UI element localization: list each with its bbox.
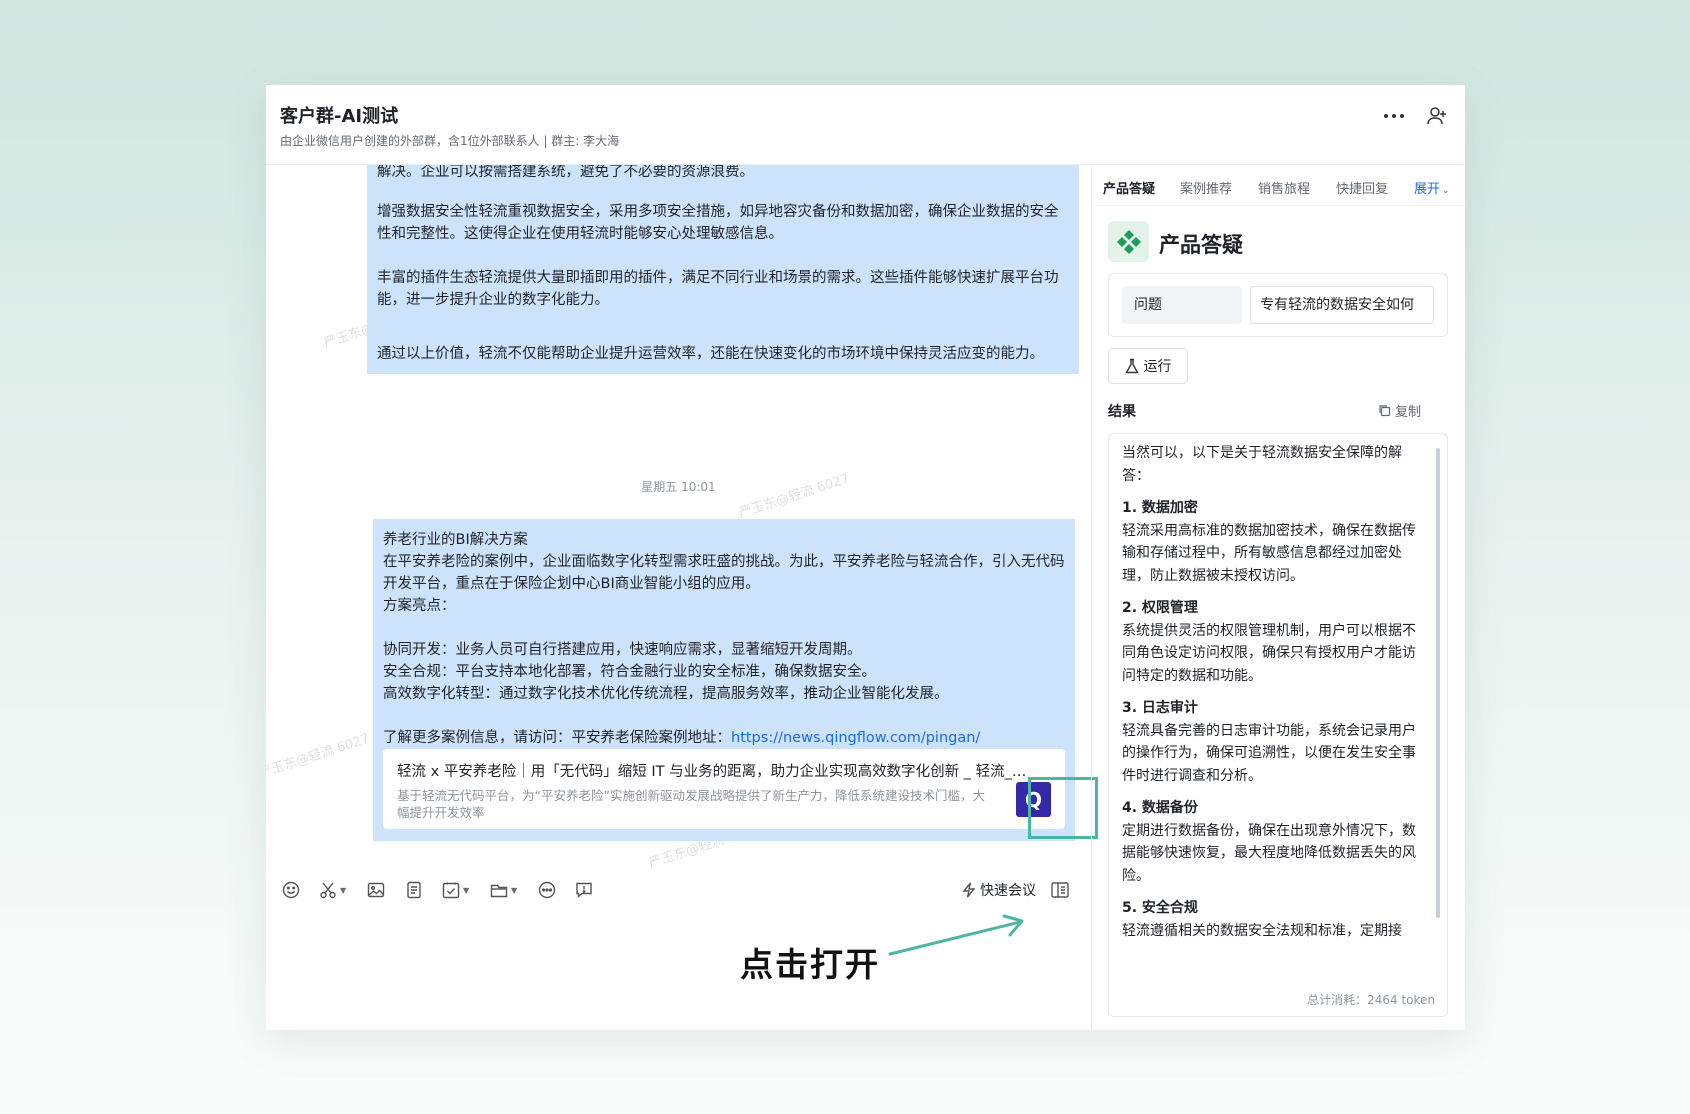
sidebar-toggle-icon[interactable] [1050,880,1070,900]
message-timestamp: 星期五 10:01 [641,480,716,494]
tab-product-qa[interactable]: 产品答疑 [1103,178,1155,197]
copy-label: 复制 [1395,405,1422,420]
result-section: 4. 数据备份 定期进行数据备份，确保在出现意外情况下，数据能够快速恢复，最大程… [1122,797,1426,887]
chevron-down-icon: ▼ [511,885,518,895]
chevron-down-icon: ▼ [340,885,347,895]
expand-label: 展开 [1414,182,1441,197]
result-section-title: 5. 安全合规 [1122,900,1198,916]
question-label: 问题 [1122,286,1242,324]
app-window: 客户群-AI测试 由企业微信用户创建的外部群，含1位外部联系人 | 群主: 李大… [266,85,1465,1030]
result-panel: 当然可以，以下是关于轻流数据安全保障的解答： 1. 数据加密 轻流采用高标准的数… [1108,433,1448,1017]
link-preview-card[interactable]: 轻流 x 平安养老险｜用「无代码」缩短 IT 与业务的距离，助力企业实现高效数字… [383,749,1065,829]
message-paragraph: 安全合规：平台支持本地化部署，符合金融行业的安全标准，确保数据安全。 [383,664,876,680]
assistant-sidebar: 产品答疑 案例推荐 销售旅程 快捷回复 展开 ⌄ 产品答疑 问题 专有轻流的数据安… [1091,165,1465,1030]
message-text: 了解更多案例信息，请访问：平安养老保险案例地址： [383,730,731,746]
result-section: 1. 数据加密 轻流采用高标准的数据加密技术，确保在数据传输和存储过程中，所有敏… [1122,497,1426,587]
chat-title: 客户群-AI测试 [280,106,399,127]
message-paragraph: 方案亮点： [383,598,456,614]
message-paragraph: 高效数字化转型：通过数字化技术优化传统流程，提高服务效率，推动企业智能化发展。 [383,686,949,702]
message-paragraph: 增强数据安全性轻流重视数据安全，采用多项安全措施，如异地容灾备份和数据加密，确保… [377,204,1059,242]
message-paragraph: 通过以上价值，轻流不仅能帮助企业提升运营效率，还能在快速变化的市场环境中保持灵活… [377,346,1044,362]
task-icon[interactable]: ▼ [442,870,469,910]
message-paragraph: 协同开发：业务人员可自行搭建应用，快速响应需求，显著缩短开发周期。 [383,642,862,658]
hint-label: 点击打开 [740,945,880,984]
result-section-title: 1. 数据加密 [1122,500,1198,516]
message-heading: 养老行业的BI解决方案 [383,532,528,548]
message-bubble[interactable]: 养老行业的BI解决方案 在平安养老险的案例中，企业面临数字化转型需求旺盛的挑战。… [373,519,1075,841]
message-bubble[interactable]: 解决。企业可以按需搭建系统，避免了不必要的资源浪费。 增强数据安全性轻流重视数据… [367,165,1079,374]
question-input-card: 问题 专有轻流的数据安全如何 [1108,273,1448,337]
result-section: 5. 安全合规 轻流遵循相关的数据安全法规和标准，定期接 [1122,897,1426,942]
message-toolbar: ▼ ▼ ▼ 快速会议 [266,870,1091,910]
more-options-icon[interactable] [1381,103,1407,129]
chat-area: 严玉东@轻流 6027 严玉东@轻流 6027 严玉东@轻流 6027 严玉东@… [266,165,1091,1030]
result-section-body: 定期进行数据备份，确保在出现意外情况下，数据能够快速恢复，最大程度地降低数据丢失… [1122,822,1416,884]
result-section-title: 4. 数据备份 [1122,800,1198,816]
question-input[interactable]: 专有轻流的数据安全如何 [1250,286,1434,324]
image-icon[interactable] [367,870,385,910]
quick-meeting-label: 快速会议 [980,883,1036,899]
copy-button[interactable]: 复制 [1378,401,1421,420]
result-section-body: 轻流采用高标准的数据加密技术，确保在数据传输和存储过程中，所有敏感信息都经过加密… [1122,522,1416,584]
message-paragraph: 解决。企业可以按需搭建系统，避免了不必要的资源浪费。 [377,165,754,180]
feedback-icon[interactable] [575,870,593,910]
message-paragraph: 在平安养老险的案例中，企业面临数字化转型需求旺盛的挑战。为此，平安养老险与轻流合… [383,554,1065,592]
expand-tabs-button[interactable]: 展开 ⌄ [1414,178,1450,197]
folder-icon[interactable]: ▼ [490,870,517,910]
message-paragraph: 了解更多案例信息，请访问：平安养老保险案例地址：https://news.qin… [383,727,1065,749]
result-scrollbar[interactable] [1436,448,1440,918]
emoji-icon[interactable] [282,870,300,910]
copy-icon [1379,405,1391,417]
app-title: 产品答疑 [1159,233,1243,257]
quick-meeting-button[interactable]: 快速会议 [962,870,1036,910]
highlight-box [1028,777,1098,839]
result-section: 3. 日志审计 轻流具备完善的日志审计功能，系统会记录用户的操作行为，确保可追溯… [1122,697,1426,787]
result-section-body: 轻流遵循相关的数据安全法规和标准，定期接 [1122,922,1402,939]
result-section-title: 2. 权限管理 [1122,600,1198,616]
scissors-icon[interactable]: ▼ [319,870,346,910]
result-section-title: 3. 日志审计 [1122,700,1198,716]
case-link[interactable]: https://news.qingflow.com/pingan/ [731,730,980,746]
link-card-description: 基于轻流无代码平台，为“平安养老险”实施创新驱动发展战略提供了新生产力，降低系统… [397,788,985,820]
result-section-body: 系统提供灵活的权限管理机制，用户可以根据不同角色设定访问权限，确保只有授权用户才… [1122,622,1416,684]
result-intro: 当然可以，以下是关于轻流数据安全保障的解答： [1122,445,1402,484]
tab-quick-reply[interactable]: 快捷回复 [1336,178,1388,197]
chat-header: 客户群-AI测试 由企业微信用户创建的外部群，含1位外部联系人 | 群主: 李大… [266,85,1465,165]
tab-case-recommend[interactable]: 案例推荐 [1180,178,1232,197]
result-section: 2. 权限管理 系统提供灵活的权限管理机制，用户可以根据不同角色设定访问权限，确… [1122,597,1426,687]
hint-arrow [886,910,1036,964]
tab-sales-journey[interactable]: 销售旅程 [1258,178,1310,197]
result-label: 结果 [1108,404,1136,420]
result-text: 当然可以，以下是关于轻流数据安全保障的解答： 1. 数据加密 轻流采用高标准的数… [1122,442,1426,942]
chevron-down-icon: ⌄ [1442,186,1450,196]
token-usage: 总计消耗：2464 token [1299,991,1435,1008]
message-paragraph: 丰富的插件生态轻流提供大量即插即用的插件，满足不同行业和场景的需求。这些插件能够… [377,270,1059,308]
chat-subtitle: 由企业微信用户创建的外部群，含1位外部联系人 | 群主: 李大海 [280,134,620,148]
link-card-title: 轻流 x 平安养老险｜用「无代码」缩短 IT 与业务的距离，助力企业实现高效数字… [397,764,1037,780]
more-circle-icon[interactable] [538,870,556,910]
chevron-down-icon: ▼ [463,885,470,895]
result-section-body: 轻流具备完善的日志审计功能，系统会记录用户的操作行为，确保可追溯性，以便在发生安… [1122,722,1416,784]
sidebar-tabs: 产品答疑 案例推荐 销售旅程 快捷回复 展开 ⌄ [1092,165,1465,206]
watermark: 严玉东@轻流 6027 [266,731,372,782]
doc-icon[interactable] [405,870,423,910]
run-label: 运行 [1143,359,1172,375]
flask-icon [1124,358,1139,374]
add-member-icon[interactable] [1424,103,1450,129]
product-qa-app-icon [1108,221,1149,262]
run-button[interactable]: 运行 [1108,348,1188,384]
